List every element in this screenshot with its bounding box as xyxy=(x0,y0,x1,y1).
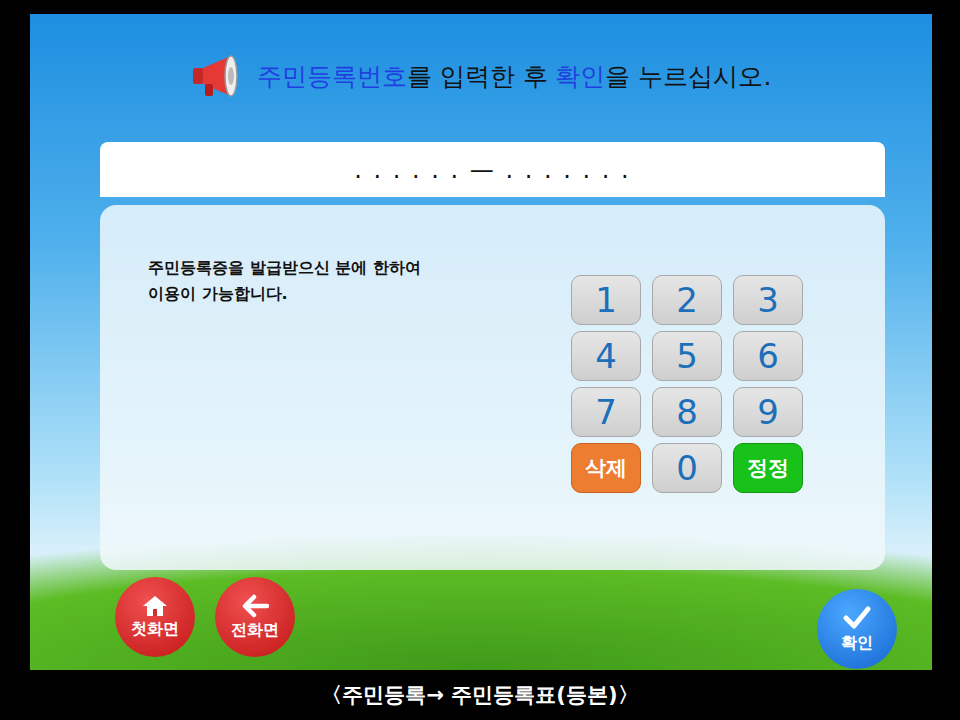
notice-text: 주민등록증을 발급받으신 분에 한하여이용이 가능합니다. xyxy=(148,255,421,570)
digit-key[interactable]: 9 xyxy=(733,387,803,437)
resident-number-field[interactable]: . . . . . . — . . . . . . . xyxy=(100,142,885,197)
digit-key[interactable]: 7 xyxy=(571,387,641,437)
input-panel: 주민등록증을 발급받으신 분에 한하여이용이 가능합니다. 123 456 789 삭제… xyxy=(100,205,885,570)
bottom-bar: 첫화면전화면 확인 xyxy=(30,570,932,670)
digit-key[interactable]: 4 xyxy=(571,331,641,381)
digit-key[interactable]: 1 xyxy=(571,275,641,325)
digit-key[interactable]: 3 xyxy=(733,275,803,325)
title-segment: 주민등록번호 xyxy=(257,62,407,91)
instruction-title: 주민등록번호를 입력한 후 확인을 누르십시오. xyxy=(30,14,932,142)
title-segment: 확인 xyxy=(555,62,605,91)
correct-key[interactable]: 정정 xyxy=(733,443,803,493)
keypad: 123 456 789 삭제0정정 xyxy=(571,275,803,570)
digit-key[interactable]: 8 xyxy=(652,387,722,437)
delete-key[interactable]: 삭제 xyxy=(571,443,641,493)
home-icon xyxy=(142,595,168,617)
digit-key[interactable]: 0 xyxy=(652,443,722,493)
kiosk-page: 주민등록번호를 입력한 후 확인을 누르십시오.. . . . . . — . … xyxy=(0,0,960,720)
check-icon xyxy=(842,605,872,631)
digit-key[interactable]: 5 xyxy=(652,331,722,381)
caption: 〈주민등록→ 주민등록표(등본)〉 xyxy=(0,670,960,720)
confirm-button[interactable]: 확인 xyxy=(817,589,897,669)
title-segment: 을 누르십시오. xyxy=(605,62,771,91)
kiosk-screen: 주민등록번호를 입력한 후 확인을 누르십시오.. . . . . . — . … xyxy=(30,14,932,670)
megaphone-icon xyxy=(191,52,247,100)
back-arrow-icon xyxy=(240,594,270,618)
back-button[interactable]: 전화면 xyxy=(215,577,295,657)
digit-key[interactable]: 2 xyxy=(652,275,722,325)
title-segment: 를 입력한 후 xyxy=(407,62,556,91)
home-button[interactable]: 첫화면 xyxy=(115,577,195,657)
digit-key[interactable]: 6 xyxy=(733,331,803,381)
